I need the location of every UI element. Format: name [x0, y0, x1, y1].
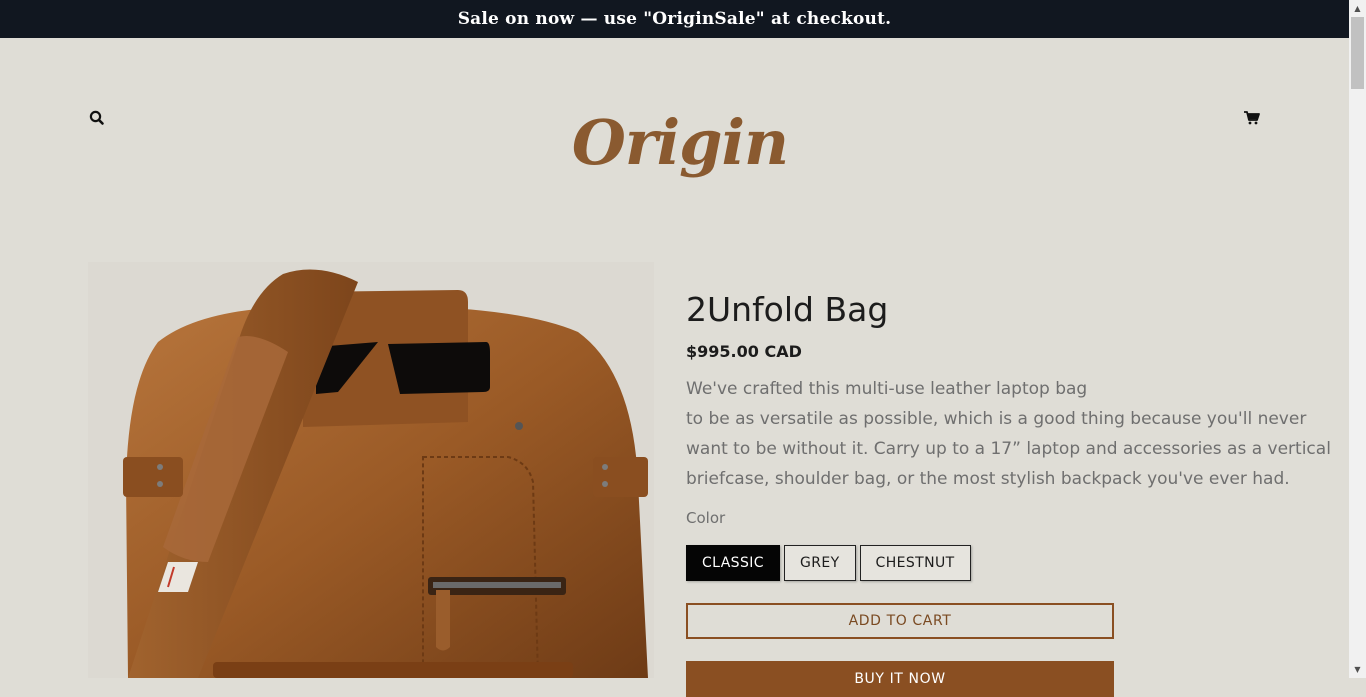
product-description: We've crafted this multi-use leather lap…	[686, 374, 1331, 494]
announcement-bar: Sale on now — use "OriginSale" at checko…	[0, 0, 1349, 38]
scroll-down-arrow-icon[interactable]: ▼	[1349, 661, 1366, 678]
buy-it-now-button[interactable]: BUY IT NOW	[686, 661, 1114, 697]
product-image[interactable]	[88, 262, 654, 678]
page-scrollbar[interactable]: ▲ ▼	[1349, 0, 1366, 678]
site-logo[interactable]: Origin	[572, 92, 789, 192]
color-option-chestnut[interactable]: CHESTNUT	[859, 545, 971, 581]
description-line: to be as versatile as possible, which is…	[686, 409, 1307, 429]
add-to-cart-button[interactable]: ADD TO CART	[686, 603, 1114, 639]
product-title: 2Unfold Bag	[686, 290, 889, 329]
color-options: CLASSIC GREY CHESTNUT	[686, 545, 971, 581]
logo-text: Origin	[571, 105, 789, 179]
color-label: Color	[686, 509, 726, 527]
color-option-classic[interactable]: CLASSIC	[686, 545, 780, 581]
product-price: $995.00 CAD	[686, 342, 802, 361]
announcement-text: Sale on now — use "OriginSale" at checko…	[457, 9, 892, 29]
description-line: want to be without it. Carry up to a 17”…	[686, 439, 1331, 459]
cart-icon[interactable]	[1243, 109, 1261, 127]
description-line: briefcase, shoulder bag, or the most sty…	[686, 469, 1290, 489]
scrollbar-thumb[interactable]	[1351, 17, 1364, 89]
color-option-grey[interactable]: GREY	[783, 545, 856, 581]
scroll-up-arrow-icon[interactable]: ▲	[1349, 0, 1366, 17]
description-line: We've crafted this multi-use leather lap…	[686, 379, 1088, 399]
search-icon[interactable]	[88, 109, 106, 127]
